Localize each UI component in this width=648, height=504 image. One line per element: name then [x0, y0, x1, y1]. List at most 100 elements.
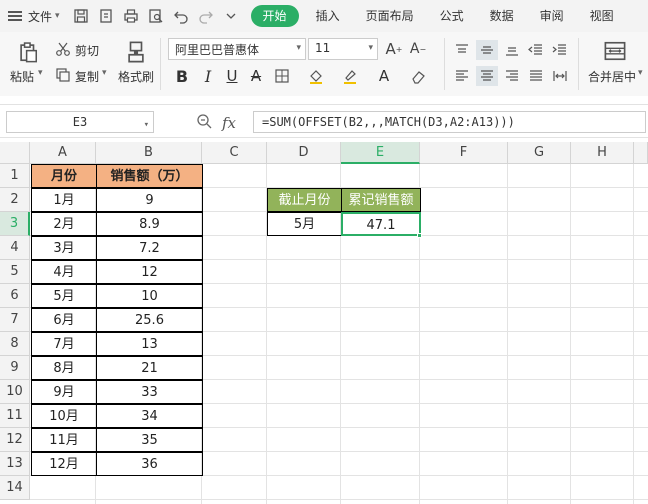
sales-cell[interactable]: 12 — [96, 260, 203, 284]
column-header-b[interactable]: B — [96, 142, 202, 164]
month-cell[interactable]: 10月 — [31, 404, 97, 428]
column-header-g[interactable]: G — [508, 142, 571, 164]
row-header-10[interactable]: 10 — [0, 380, 30, 404]
file-menu[interactable]: 文件 ▾ — [0, 0, 60, 32]
paste-dropdown-icon[interactable]: ▾ — [38, 68, 43, 78]
row-header-1[interactable]: 1 — [0, 164, 30, 188]
cumulative-sales-header[interactable]: 累记销售额 — [341, 188, 421, 212]
column-header-d[interactable]: D — [267, 142, 341, 164]
copy-dropdown-icon[interactable]: ▾ — [102, 68, 107, 78]
align-center-icon[interactable] — [476, 66, 498, 86]
tab-page-layout[interactable]: 页面布局 — [353, 5, 427, 27]
row-header-6[interactable]: 6 — [0, 284, 30, 308]
column-header-a[interactable]: A — [30, 142, 96, 164]
cut-button[interactable]: 剪切 — [75, 42, 99, 59]
month-cell[interactable]: 6月 — [31, 308, 97, 332]
sales-cell[interactable]: 21 — [96, 356, 203, 380]
fill-handle[interactable] — [417, 233, 422, 238]
save-icon[interactable] — [70, 5, 92, 27]
align-bottom-icon[interactable] — [502, 40, 522, 60]
column-header-h[interactable]: H — [571, 142, 634, 164]
sales-cell[interactable]: 8.9 — [96, 212, 203, 236]
month-cell[interactable]: 3月 — [31, 236, 97, 260]
increase-indent-icon[interactable] — [550, 40, 570, 60]
paste-button[interactable]: 粘贴 — [10, 68, 34, 85]
copy-button[interactable]: 复制 — [75, 68, 99, 85]
insert-function-icon[interactable]: fx — [222, 114, 236, 132]
row-header-7[interactable]: 7 — [0, 308, 30, 332]
distributed-align-icon[interactable] — [550, 66, 570, 86]
sales-cell[interactable]: 33 — [96, 380, 203, 404]
align-right-icon[interactable] — [502, 66, 522, 86]
decrease-indent-icon[interactable] — [526, 40, 546, 60]
print-preview-icon[interactable] — [145, 5, 167, 27]
tab-data[interactable]: 数据 — [477, 5, 527, 27]
month-cell[interactable]: 1月 — [31, 188, 97, 212]
table-header-month[interactable]: 月份 — [31, 164, 97, 188]
strikethrough-icon[interactable]: A — [246, 66, 266, 86]
format-painter-button[interactable]: 格式刷 — [118, 68, 154, 85]
bold-icon[interactable]: B — [172, 66, 192, 86]
italic-icon[interactable]: I — [198, 66, 218, 86]
tab-formulas[interactable]: 公式 — [427, 5, 477, 27]
row-header-13[interactable]: 13 — [0, 452, 30, 476]
align-left-icon[interactable] — [452, 66, 472, 86]
sales-cell[interactable]: 7.2 — [96, 236, 203, 260]
merge-center-button[interactable]: 合并居中 — [588, 68, 636, 85]
tab-home[interactable]: 开始 — [250, 5, 299, 27]
undo-icon[interactable] — [170, 5, 192, 27]
cutoff-month-header[interactable]: 截止月份 — [267, 188, 342, 212]
tab-insert[interactable]: 插入 — [303, 5, 353, 27]
sales-cell[interactable]: 34 — [96, 404, 203, 428]
row-header-11[interactable]: 11 — [0, 404, 30, 428]
fill-color-icon[interactable] — [306, 66, 326, 86]
paste-icon[interactable] — [14, 38, 42, 66]
font-size-select[interactable]: 11 ▾ — [308, 38, 378, 60]
month-cell[interactable]: 4月 — [31, 260, 97, 284]
sales-cell[interactable]: 10 — [96, 284, 203, 308]
decrease-font-size-icon[interactable]: A − — [408, 40, 428, 58]
row-header-3[interactable]: 3 — [0, 212, 30, 236]
zoom-formula-icon[interactable] — [196, 113, 212, 132]
clear-format-icon[interactable] — [408, 66, 428, 86]
row-header-9[interactable]: 9 — [0, 356, 30, 380]
row-header-4[interactable]: 4 — [0, 236, 30, 260]
month-cell[interactable]: 11月 — [31, 428, 97, 452]
table-header-sales[interactable]: 销售额（万） — [96, 164, 203, 188]
month-cell[interactable]: 2月 — [31, 212, 97, 236]
borders-icon[interactable] — [272, 66, 292, 86]
export-pdf-icon[interactable] — [95, 5, 117, 27]
merge-dropdown-icon[interactable]: ▾ — [638, 68, 643, 78]
cumulative-sales-cell[interactable]: 47.1 — [341, 212, 421, 236]
justify-icon[interactable] — [526, 66, 546, 86]
month-cell[interactable]: 8月 — [31, 356, 97, 380]
highlight-icon[interactable] — [340, 66, 360, 86]
sales-cell[interactable]: 9 — [96, 188, 203, 212]
tab-review[interactable]: 审阅 — [527, 5, 577, 27]
align-middle-icon[interactable] — [476, 40, 498, 60]
tab-view[interactable]: 视图 — [577, 5, 627, 27]
row-header-2[interactable]: 2 — [0, 188, 30, 212]
customize-toolbar-icon[interactable] — [220, 5, 242, 27]
redo-icon[interactable] — [195, 5, 217, 27]
month-cell[interactable]: 5月 — [31, 284, 97, 308]
select-all-corner[interactable] — [0, 142, 30, 164]
row-header-8[interactable]: 8 — [0, 332, 30, 356]
name-box[interactable]: E3 ▾ — [6, 111, 154, 133]
month-cell[interactable]: 9月 — [31, 380, 97, 404]
column-header-e[interactable]: E — [341, 142, 420, 164]
sales-cell[interactable]: 13 — [96, 332, 203, 356]
month-cell[interactable]: 12月 — [31, 452, 97, 476]
row-header-12[interactable]: 12 — [0, 428, 30, 452]
sales-cell[interactable]: 36 — [96, 452, 203, 476]
column-header-f[interactable]: F — [420, 142, 508, 164]
increase-font-size-icon[interactable]: A + — [384, 40, 404, 58]
column-header-i[interactable] — [634, 142, 648, 164]
font-color-icon[interactable]: A — [374, 66, 394, 86]
column-header-c[interactable]: C — [202, 142, 267, 164]
month-cell[interactable]: 7月 — [31, 332, 97, 356]
print-icon[interactable] — [120, 5, 142, 27]
underline-icon[interactable]: U — [222, 66, 242, 86]
sales-cell[interactable]: 25.6 — [96, 308, 203, 332]
row-header-5[interactable]: 5 — [0, 260, 30, 284]
